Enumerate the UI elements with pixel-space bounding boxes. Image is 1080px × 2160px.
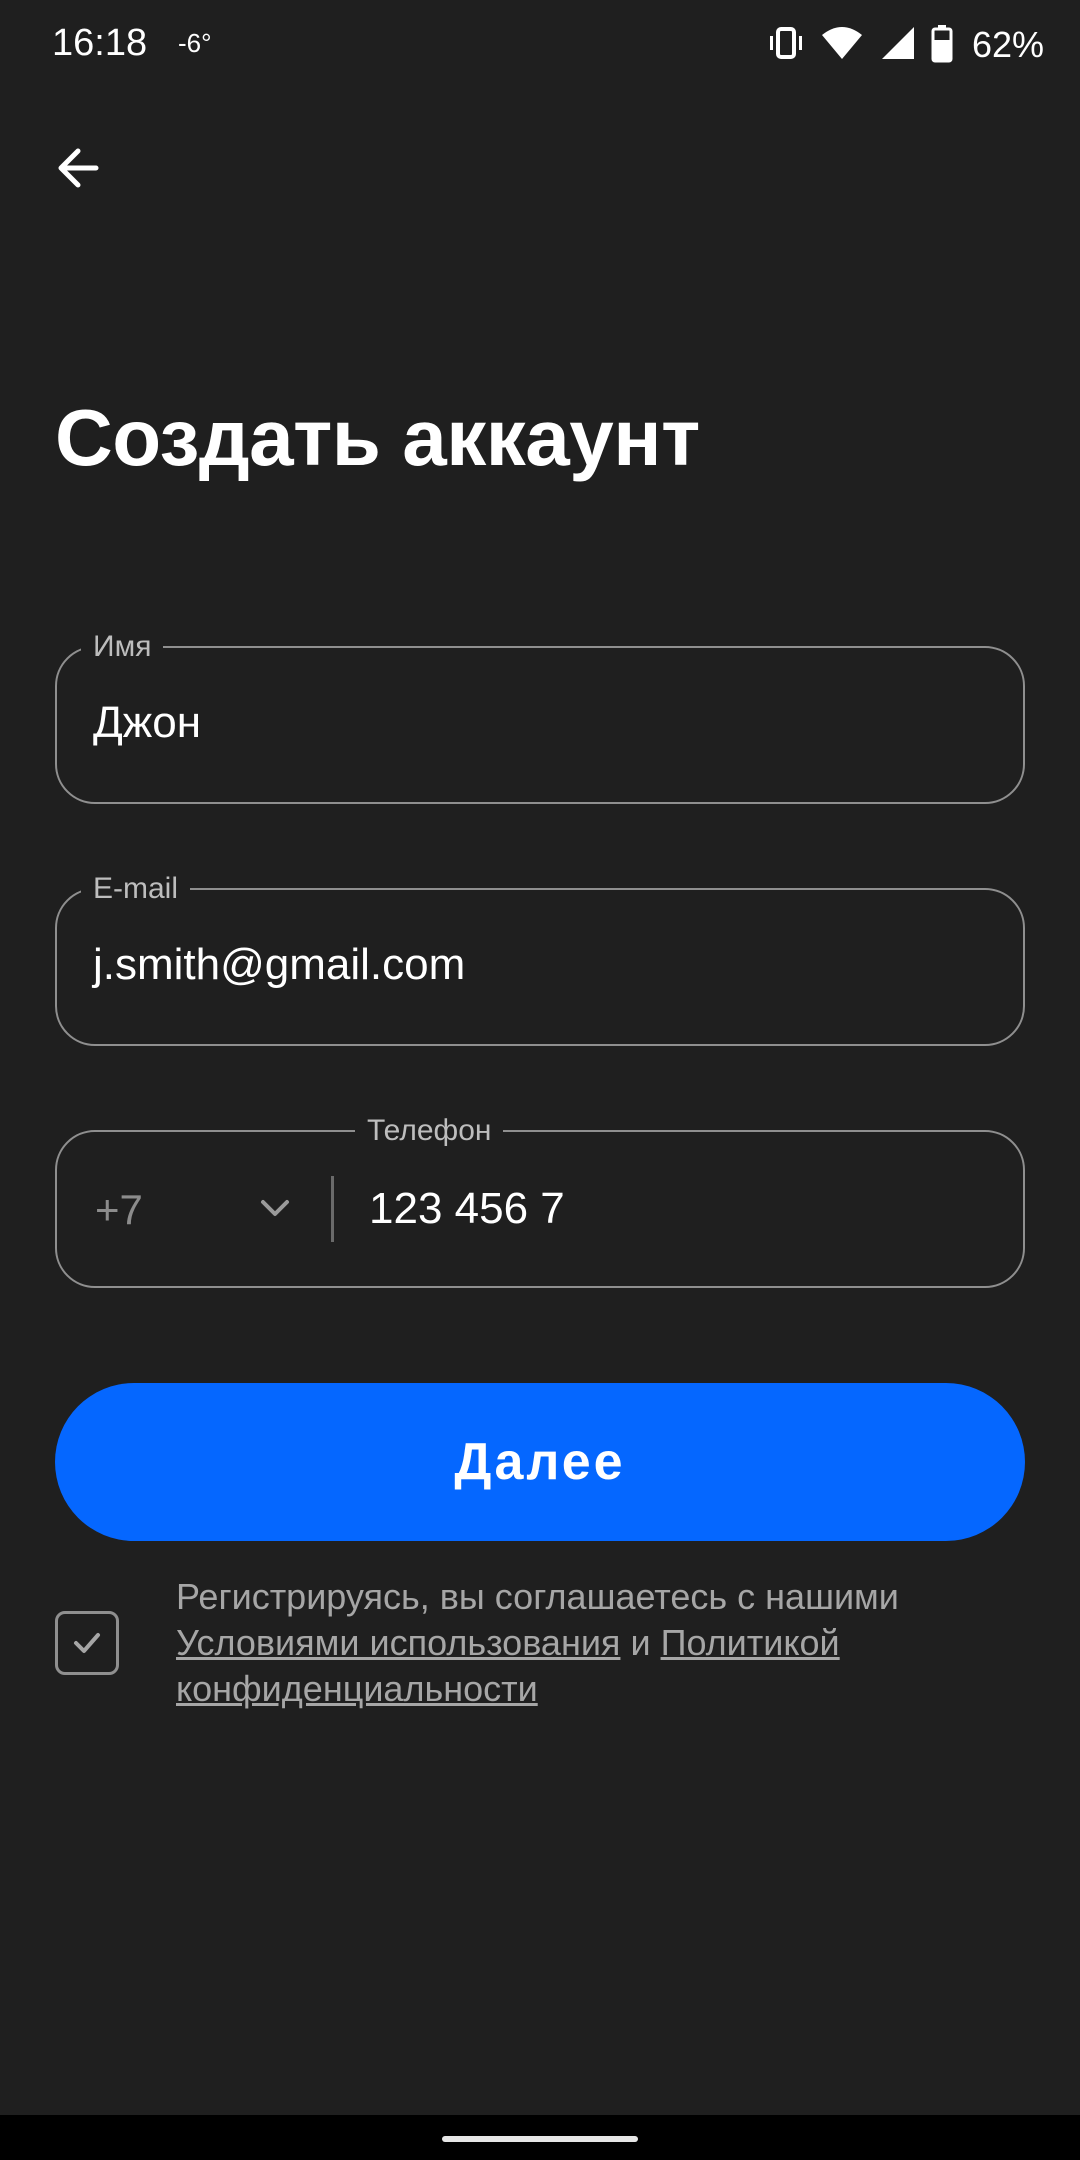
battery-percentage: 62% <box>971 24 1044 65</box>
name-field-label: Имя <box>81 630 164 664</box>
home-indicator[interactable] <box>442 2136 638 2142</box>
page-title: Создать аккаунт <box>55 393 700 482</box>
country-code-select[interactable]: +7 <box>95 1186 143 1234</box>
phone-input[interactable]: 123 456 7 <box>369 1184 565 1234</box>
status-temperature: -6° <box>178 28 212 58</box>
consent-conjunction: и <box>620 1622 661 1663</box>
phone-field: Телефон +7 123 456 7 <box>55 1114 1025 1288</box>
consent-checkbox[interactable] <box>55 1611 119 1675</box>
phone-divider <box>331 1176 334 1242</box>
consent-text: Регистрируясь, вы соглашаетесь с нашими … <box>176 1574 1036 1712</box>
email-field-label: E-mail <box>81 872 191 906</box>
phone-field-label: Телефон <box>355 1114 504 1148</box>
status-time: 16:18 <box>52 22 148 64</box>
name-field[interactable]: Имя Джон <box>55 630 1025 804</box>
back-button[interactable] <box>46 136 110 200</box>
status-icons: 62% <box>766 20 1044 70</box>
arrow-left-icon <box>58 148 99 188</box>
email-field[interactable]: E-mail j.smith@gmail.com <box>55 872 1025 1046</box>
terms-link[interactable]: Условиями использования <box>176 1622 620 1663</box>
email-field-value: j.smith@gmail.com <box>93 940 466 989</box>
check-icon <box>74 1633 100 1653</box>
battery-icon <box>930 23 954 68</box>
consent-text-intro: Регистрируясь, вы соглашаетесь с нашими <box>176 1576 899 1617</box>
signal-icon <box>878 23 916 68</box>
wifi-icon <box>820 23 864 68</box>
next-button[interactable]: Далее <box>55 1383 1025 1541</box>
status-bar: 16:18 -6° 62% <box>0 0 1080 92</box>
screen: 16:18 -6° 62% Создать аккаунт Имя Джон E… <box>0 0 1080 2115</box>
name-field-value: Джон <box>93 698 202 747</box>
vibrate-icon <box>766 23 806 68</box>
chevron-down-icon[interactable] <box>255 1188 295 1228</box>
